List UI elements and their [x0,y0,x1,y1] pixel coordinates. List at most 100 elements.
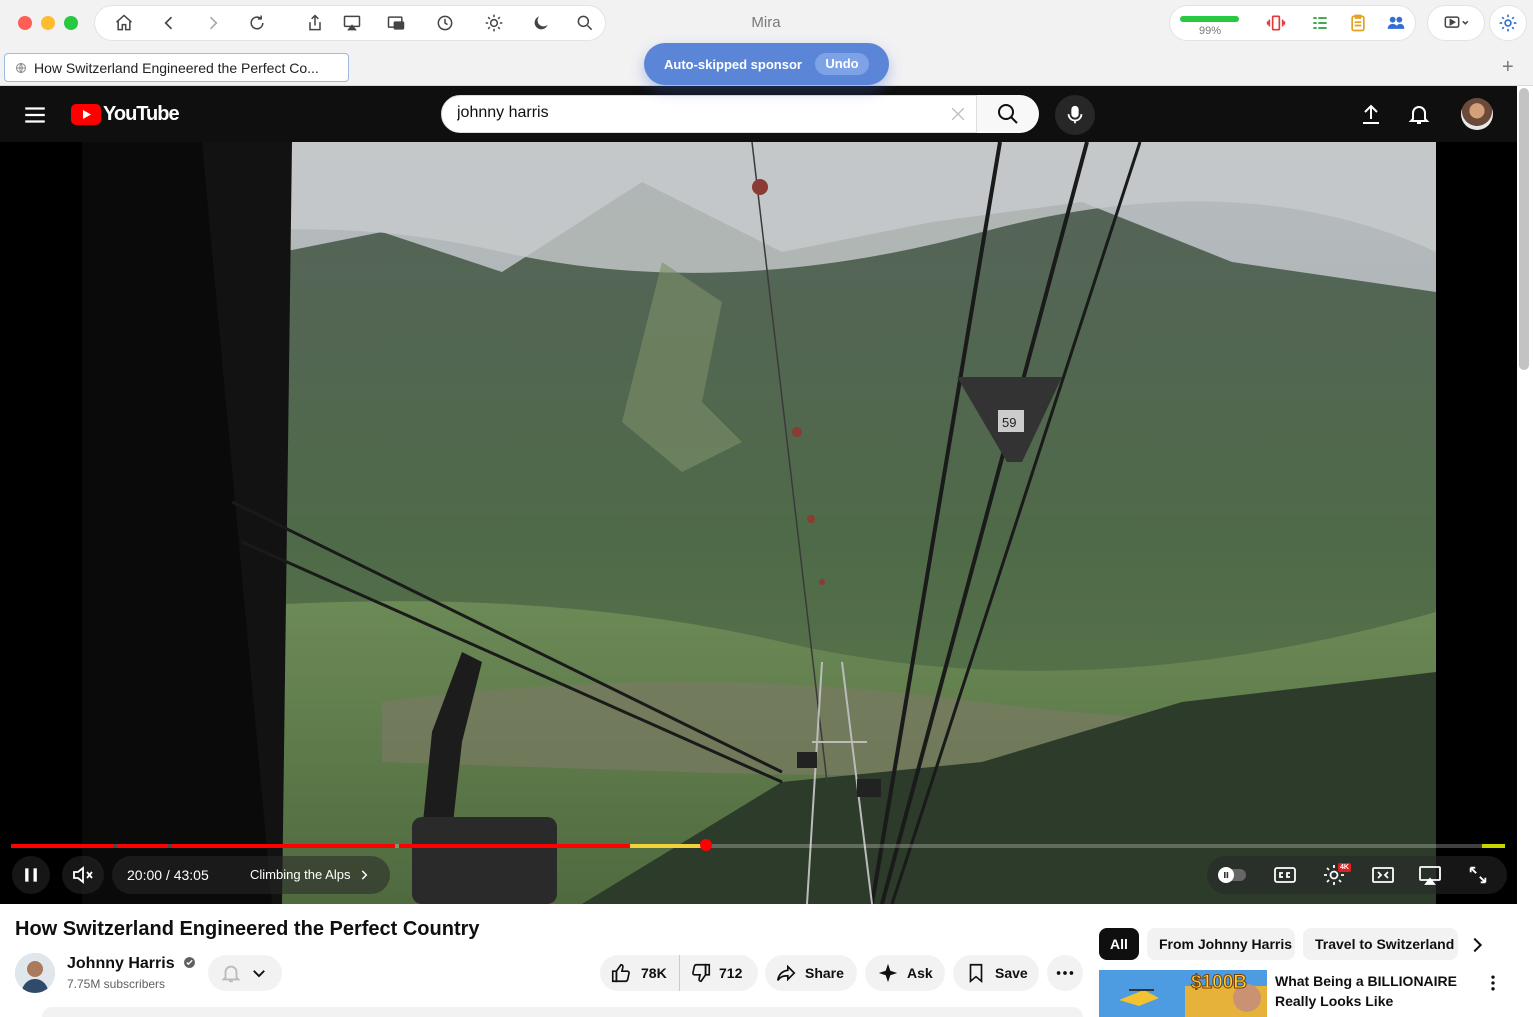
pause-button[interactable] [12,856,50,894]
picture-in-picture-button[interactable] [382,9,410,37]
extension-list-button[interactable] [1306,9,1334,37]
gear-icon [1499,14,1517,32]
toggle-icon [1218,867,1246,883]
reload-icon [250,15,264,30]
close-window-button[interactable] [18,16,32,30]
forward-button[interactable] [199,9,227,37]
search-input[interactable] [457,104,927,122]
theater-mode-button[interactable] [1368,863,1398,887]
voice-search-button[interactable] [1055,95,1095,135]
share-page-button[interactable] [301,9,329,37]
share-button[interactable]: Share [765,955,857,991]
volume-muted-icon [73,866,93,884]
chip-from-channel[interactable]: From Johnny Harris [1147,928,1295,960]
autoplay-toggle[interactable] [1217,865,1247,885]
time-display: 20:00 / 43:05 [127,867,209,883]
airplay-icon [1419,866,1441,885]
recommendation-thumbnail[interactable]: $100B [1099,970,1267,1017]
more-horizontal-icon [1056,971,1074,975]
media-menu-button[interactable] [1437,9,1477,37]
mute-button[interactable] [62,856,104,894]
tab-current[interactable]: How Switzerland Engineered the Perfect C… [4,53,349,82]
thumbs-down-icon [692,963,711,983]
menu-button[interactable] [22,102,48,128]
reload-button[interactable] [243,9,271,37]
youtube-logo-text: YouTube [103,103,180,125]
tab-title: How Switzerland Engineered the Perfect C… [34,59,319,76]
upload-icon [1363,104,1379,124]
player-controls-right: 4K [1207,856,1507,894]
chapter-button[interactable]: Climbing the Alps [250,867,350,882]
expand-icon [1469,866,1487,884]
chip-travel-switzerland[interactable]: Travel to Switzerland [1303,928,1458,960]
pause-icon [25,868,37,882]
youtube-play-logo-icon [71,104,101,125]
app-title: Mira [751,14,781,31]
notification-bell-button[interactable] [208,955,282,991]
progress-chapter-segment [399,844,630,848]
like-dislike-group: 78K 712 [600,955,758,991]
more-actions-button[interactable] [1047,955,1083,991]
upload-button[interactable] [1359,101,1383,127]
search-icon [577,15,593,31]
microphone-icon [1067,105,1083,124]
back-button[interactable] [155,9,183,37]
dark-mode-button[interactable] [527,9,555,37]
vibrate-icon [1266,15,1286,31]
find-button[interactable] [571,9,599,37]
chip-all[interactable]: All [1099,928,1139,960]
extension-people-button[interactable] [1382,9,1410,37]
pip-icon [387,16,405,30]
progress-chapter-segment [117,844,168,848]
battery-percentage: 99% [1198,25,1222,37]
search-button[interactable] [977,95,1039,133]
user-avatar[interactable] [1461,98,1493,130]
channel-avatar[interactable] [15,953,55,993]
channel-avatar-image [15,953,55,993]
description-box[interactable] [42,1007,1083,1017]
history-button[interactable] [431,9,459,37]
recommendation-title[interactable]: What Being a BILLIONAIRE Really Looks Li… [1275,971,1465,1011]
notifications-button[interactable] [1407,101,1431,127]
channel-name[interactable]: Johnny Harris [67,955,196,973]
youtube-logo[interactable]: YouTube [71,103,180,126]
list-icon [1313,17,1327,29]
minimize-window-button[interactable] [41,16,55,30]
thumbnail-price-text: $100B [1191,972,1247,993]
settings-button[interactable]: 4K [1319,863,1351,887]
verified-icon [184,957,195,968]
new-tab-button[interactable]: + [1502,56,1514,79]
home-button[interactable] [110,9,138,37]
chips-next-button[interactable] [1466,934,1488,956]
like-button[interactable]: 78K [600,955,680,991]
brightness-button[interactable] [480,9,508,37]
recommendation-menu-button[interactable] [1483,972,1503,994]
chevron-right-icon [1473,937,1483,953]
extension-media-button[interactable] [1262,9,1290,37]
close-icon [951,107,965,121]
dislike-button[interactable]: 712 [680,955,742,991]
page-scrollbar[interactable] [1519,88,1529,370]
browser-settings-button[interactable] [1494,9,1522,37]
endcard-segment [1482,844,1505,848]
captions-button[interactable] [1270,863,1300,887]
extension-clipboard-button[interactable] [1344,9,1372,37]
time-chapter-pill: 20:00 / 43:05 Climbing the Alps [112,856,390,894]
share-arrow-icon [776,964,796,982]
airplay-button[interactable] [1415,863,1445,887]
clock-icon [437,15,453,31]
airplay-button[interactable] [338,9,366,37]
scrubber-handle[interactable] [699,839,712,851]
zoom-window-button[interactable] [64,16,78,30]
gondola-number-label: 59 [1002,415,1016,430]
undo-button[interactable]: Undo [815,53,869,75]
ask-button[interactable]: Ask [865,955,945,991]
youtube-header: YouTube [0,86,1517,142]
bell-icon [1408,106,1430,124]
bookmark-icon [969,963,983,984]
video-player[interactable]: 59 20:00 / 43:05 Climbing the Alps 4K [0,142,1517,904]
fullscreen-button[interactable] [1463,863,1493,887]
thumbnail-image: $100B [1099,970,1267,1017]
save-button[interactable]: Save [953,955,1039,991]
clear-search-button[interactable] [948,104,968,124]
